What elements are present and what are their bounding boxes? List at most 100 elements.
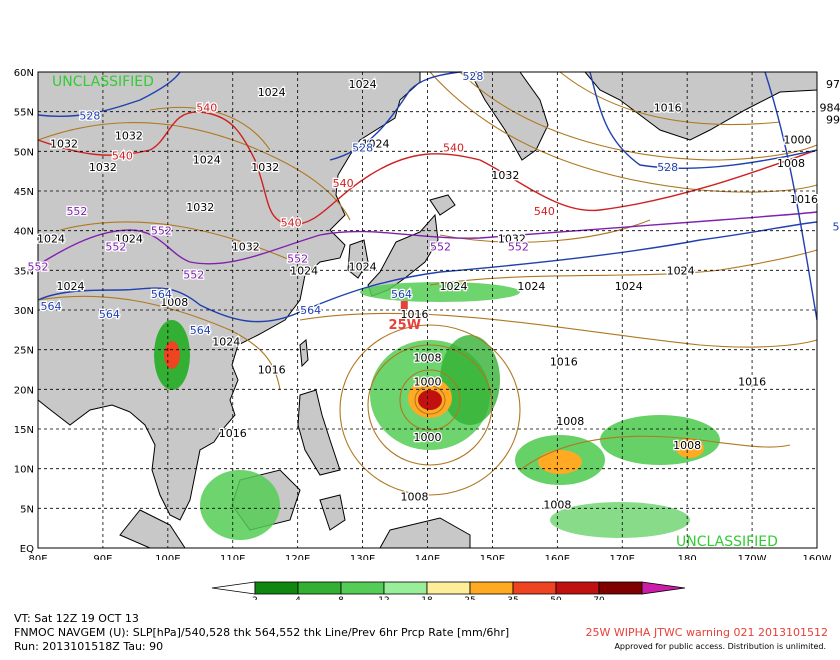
contour-label: 540	[534, 205, 555, 218]
colorbar-tick: 4	[295, 596, 301, 600]
colorbar-box	[469, 581, 514, 595]
colorbar-high-arrow	[641, 581, 686, 595]
contour-label: 528	[352, 141, 373, 154]
colorbar-tick: 25	[464, 596, 475, 600]
contour-label: 564	[190, 324, 211, 337]
contour-label: 1008	[401, 490, 429, 503]
run-info: Run: 2013101518Z Tau: 90	[14, 640, 164, 653]
contour-label: 564	[151, 288, 172, 301]
contour-label: 1032	[115, 129, 143, 142]
contour-label: 552	[66, 205, 87, 218]
colorbar-boxes	[211, 581, 686, 595]
contour-label: 1024	[615, 280, 643, 293]
contour-label: 1024	[349, 260, 377, 273]
contour-label: 1032	[232, 241, 260, 254]
precip-band-east-core	[538, 450, 582, 474]
contour-label: 552	[105, 241, 126, 254]
approval-notice: Approved for public access. Distribution…	[614, 642, 826, 651]
contour-label: 1016	[550, 356, 578, 369]
contour-label: 1024	[290, 264, 318, 277]
model-description: FNMOC NAVGEM (U): SLP[hPa]/540,528 thk 5…	[14, 626, 510, 639]
contour-label: 1016	[258, 364, 286, 377]
contour-label: 992	[826, 114, 840, 127]
lat-label: 20N	[14, 385, 34, 396]
contour-label: 1024	[349, 78, 377, 91]
contour-label: 540	[333, 177, 354, 190]
storm-label: 25W	[389, 318, 421, 333]
lat-label: 15N	[14, 425, 34, 436]
contour-label: 1032	[186, 201, 214, 214]
weather-map: 60N 55N 50N 45N 40N 35N 30N 25N 20N 15N 10N 5N EQ 80…	[0, 0, 840, 565]
contour-label: 1000	[784, 133, 812, 146]
contour-label: 1024	[56, 280, 84, 293]
colorbar-box	[598, 581, 643, 595]
lat-label: 5N	[20, 504, 34, 515]
valid-time: VT: Sat 12Z 19 OCT 13	[14, 612, 139, 625]
contour-label: 564	[832, 221, 840, 234]
contour-label: 1024	[667, 264, 695, 277]
contour-label: 1032	[89, 161, 117, 174]
contour-label: 1016	[654, 102, 682, 115]
precip-indochina-core	[164, 341, 180, 369]
colorbar-box	[512, 581, 557, 595]
contour-label: 976	[826, 78, 840, 91]
contour-label: 528	[657, 161, 678, 174]
classification-bottom: UNCLASSIFIED	[676, 534, 778, 550]
precip-colorbar: 2 4 8 12 18 25 35 50 70	[211, 581, 686, 600]
contour-label: 1000	[414, 431, 442, 444]
contour-label: 1024	[439, 280, 467, 293]
contour-label: 564	[391, 288, 412, 301]
colorbar-ticks: 2 4 8 12 18 25 35 50 70	[252, 596, 605, 600]
storm-position-marker	[400, 301, 408, 310]
map-svg: 60N55N50N45N40N35N30N25N20N15N10N5NEQ 80…	[0, 0, 840, 565]
contour-label: 564	[40, 300, 61, 313]
lat-label: 40N	[14, 227, 34, 238]
contour-label: 1008	[543, 498, 571, 511]
contour-label: 552	[430, 241, 451, 254]
contour-label: 1016	[790, 193, 818, 206]
contour-label: 1024	[193, 153, 221, 166]
contour-label: 540	[112, 149, 133, 162]
contour-label: 1008	[414, 352, 442, 365]
contour-label: 552	[287, 252, 308, 265]
colorbar-box	[254, 581, 299, 595]
contour-label: 1008	[556, 415, 584, 428]
colorbar-tick: 8	[338, 596, 344, 600]
contour-label: 1000	[414, 375, 442, 388]
precip-typhoon-eye	[418, 390, 442, 410]
contour-label: 1024	[258, 86, 286, 99]
contour-label: 564	[99, 308, 120, 321]
contour-label: 1032	[251, 161, 279, 174]
lat-label: 55N	[14, 108, 34, 119]
contour-label: 540	[443, 141, 464, 154]
contour-label: 552	[28, 260, 49, 273]
lat-label: 50N	[14, 147, 34, 158]
contour-label: 1024	[517, 280, 545, 293]
colorbar-box	[340, 581, 385, 595]
precip-typhoon-band	[440, 335, 500, 425]
colorbar-tick: 35	[507, 596, 518, 600]
colorbar-box	[426, 581, 471, 595]
contour-label: 528	[462, 70, 483, 83]
contour-label: 552	[183, 268, 204, 281]
colorbar-tick: 2	[252, 596, 258, 600]
classification-top: UNCLASSIFIED	[52, 74, 154, 90]
contour-label: 540	[281, 217, 302, 230]
contour-label: 1008	[673, 439, 701, 452]
colorbar-box	[555, 581, 600, 595]
lat-label: 45N	[14, 187, 34, 198]
contour-label: 552	[151, 225, 172, 238]
jtwc-warning: 25W WIPHA JTWC warning 021 2013101512	[585, 626, 828, 639]
contour-label: 1024	[37, 233, 65, 246]
lat-label: 10N	[14, 465, 34, 476]
contour-label: 552	[508, 241, 529, 254]
contour-label: 1016	[738, 375, 766, 388]
contour-label: 1024	[212, 336, 240, 349]
contour-label: 1016	[219, 427, 247, 440]
contour-label: 984	[819, 102, 840, 115]
colorbar-low-arrow	[211, 581, 256, 595]
colorbar-tick: 12	[378, 596, 389, 600]
contour-label: 1008	[777, 157, 805, 170]
colorbar-box	[297, 581, 342, 595]
contour-label: 1032	[491, 169, 519, 182]
